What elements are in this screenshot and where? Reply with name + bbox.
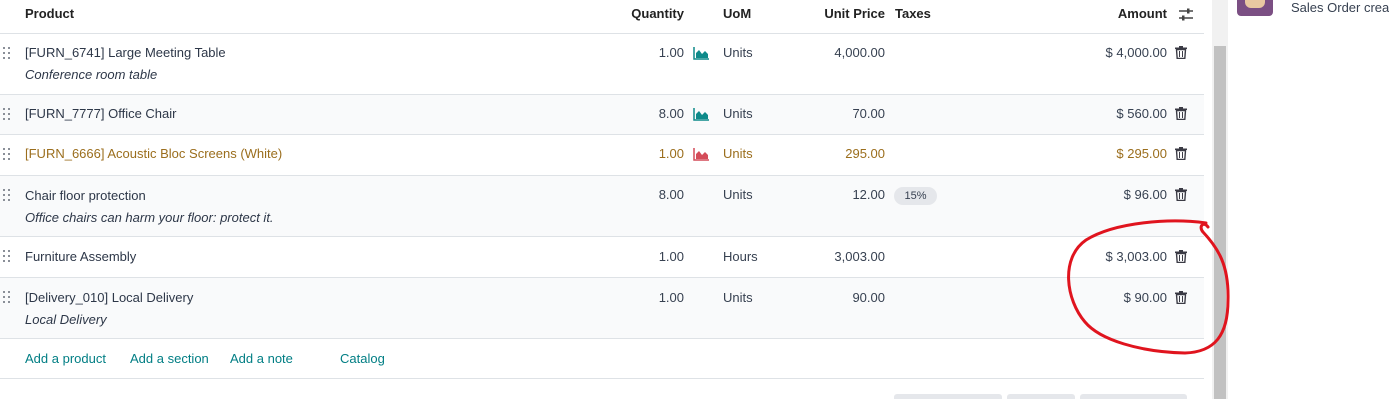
drag-handle-icon[interactable] <box>3 189 11 201</box>
order-lines-table: Product Quantity UoM Unit Price Taxes Am… <box>0 0 1204 399</box>
amount-value: $ 90.00 <box>1123 290 1167 305</box>
unit-price-value[interactable]: 90.00 <box>852 290 885 305</box>
unit-price-value[interactable]: 70.00 <box>852 106 885 121</box>
product-name[interactable]: Chair floor protection <box>25 188 146 203</box>
quantity-value[interactable]: 1.00 <box>659 146 684 161</box>
footer-button[interactable] <box>894 394 1002 399</box>
product-description: Local Delivery <box>25 312 107 327</box>
unit-price-value[interactable]: 295.00 <box>845 146 885 161</box>
col-unit-price[interactable]: Unit Price <box>824 6 885 21</box>
trash-icon[interactable] <box>1175 188 1187 201</box>
scrollbar-thumb[interactable] <box>1214 46 1226 399</box>
catalog-link[interactable]: Catalog <box>340 351 385 366</box>
trash-icon[interactable] <box>1175 107 1187 120</box>
amount-value: $ 295.00 <box>1116 146 1167 161</box>
uom-value[interactable]: Units <box>723 187 753 202</box>
uom-value[interactable]: Units <box>723 290 753 305</box>
quantity-value[interactable]: 8.00 <box>659 106 684 121</box>
area-chart-icon[interactable] <box>693 47 710 60</box>
table-row[interactable]: [FURN_7777] Office Chair 8.00 Units 70.0… <box>0 95 1204 135</box>
chatter-message: Sales Order crea <box>1291 0 1389 15</box>
uom-value[interactable]: Hours <box>723 249 758 264</box>
drag-handle-icon[interactable] <box>3 47 11 59</box>
trash-icon[interactable] <box>1175 250 1187 263</box>
product-name[interactable]: [FURN_6741] Large Meeting Table <box>25 45 226 60</box>
uom-value[interactable]: Units <box>723 146 753 161</box>
table-row[interactable]: Furniture Assembly 1.00 Hours 3,003.00 $… <box>0 237 1204 278</box>
add-section-link[interactable]: Add a section <box>130 351 209 366</box>
unit-price-value[interactable]: 3,003.00 <box>834 249 885 264</box>
unit-price-value[interactable]: 12.00 <box>852 187 885 202</box>
product-name[interactable]: [FURN_6666] Acoustic Bloc Screens (White… <box>25 146 282 161</box>
chatter-panel: Sales Order crea <box>1228 0 1389 399</box>
col-uom[interactable]: UoM <box>723 6 751 21</box>
add-note-link[interactable]: Add a note <box>230 351 293 366</box>
tax-badge[interactable]: 15% <box>894 187 937 205</box>
table-row[interactable]: [FURN_6741] Large Meeting Table Conferen… <box>0 34 1204 95</box>
quantity-value[interactable]: 1.00 <box>659 290 684 305</box>
amount-value: $ 96.00 <box>1123 187 1167 202</box>
amount-value: $ 4,000.00 <box>1105 45 1167 60</box>
avatar[interactable] <box>1237 0 1273 16</box>
footer-button[interactable] <box>1007 394 1075 399</box>
add-product-link[interactable]: Add a product <box>25 351 106 366</box>
product-name[interactable]: [FURN_7777] Office Chair <box>25 106 177 121</box>
product-description: Office chairs can harm your floor: prote… <box>25 210 274 225</box>
amount-value: $ 3,003.00 <box>1105 249 1167 264</box>
col-taxes[interactable]: Taxes <box>895 6 931 21</box>
col-quantity[interactable]: Quantity <box>631 6 684 21</box>
col-amount[interactable]: Amount <box>1118 6 1167 21</box>
scrollbar[interactable] <box>1212 0 1228 399</box>
table-row[interactable]: Chair floor protection Office chairs can… <box>0 176 1204 237</box>
table-row[interactable]: [Delivery_010] Local Delivery Local Deli… <box>0 278 1204 339</box>
add-line-controls: Add a product Add a section Add a note C… <box>0 338 1204 379</box>
drag-handle-icon[interactable] <box>3 291 11 303</box>
area-chart-icon[interactable] <box>693 148 710 161</box>
footer-button[interactable] <box>1080 394 1187 399</box>
uom-value[interactable]: Units <box>723 106 753 121</box>
drag-handle-icon[interactable] <box>3 250 11 262</box>
sliders-icon[interactable] <box>1178 8 1194 22</box>
quantity-value[interactable]: 1.00 <box>659 45 684 60</box>
trash-icon[interactable] <box>1175 46 1187 59</box>
quantity-value[interactable]: 8.00 <box>659 187 684 202</box>
drag-handle-icon[interactable] <box>3 108 11 120</box>
product-name[interactable]: [Delivery_010] Local Delivery <box>25 290 193 305</box>
col-product[interactable]: Product <box>25 6 74 21</box>
unit-price-value[interactable]: 4,000.00 <box>834 45 885 60</box>
area-chart-icon[interactable] <box>693 108 710 121</box>
quantity-value[interactable]: 1.00 <box>659 249 684 264</box>
drag-handle-icon[interactable] <box>3 148 11 160</box>
product-name[interactable]: Furniture Assembly <box>25 249 136 264</box>
table-header: Product Quantity UoM Unit Price Taxes Am… <box>0 0 1204 34</box>
amount-value: $ 560.00 <box>1116 106 1167 121</box>
uom-value[interactable]: Units <box>723 45 753 60</box>
trash-icon[interactable] <box>1175 291 1187 304</box>
product-description: Conference room table <box>25 67 158 82</box>
table-row[interactable]: [FURN_6666] Acoustic Bloc Screens (White… <box>0 135 1204 176</box>
trash-icon[interactable] <box>1175 147 1187 160</box>
